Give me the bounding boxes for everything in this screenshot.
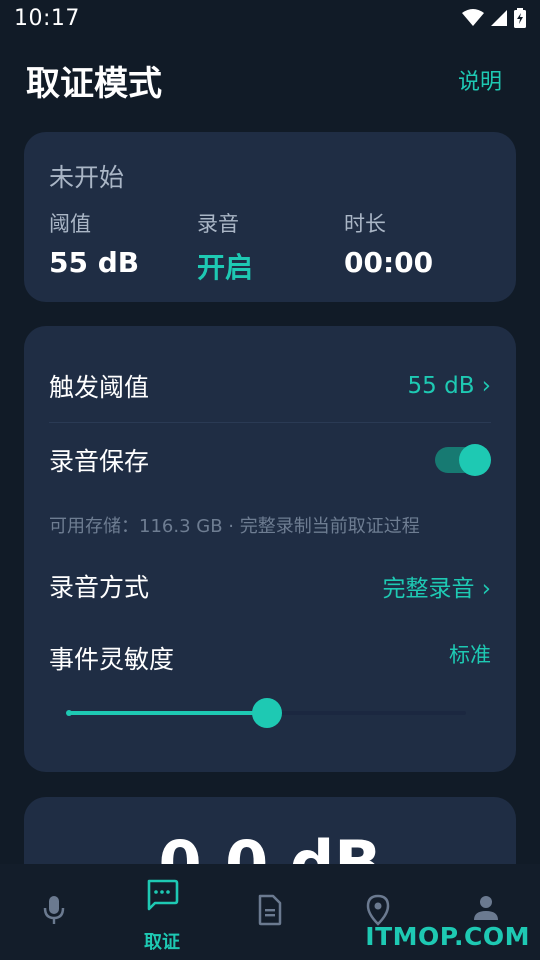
recording-state: 未开始 — [49, 163, 125, 192]
sensitivity-slider[interactable] — [66, 698, 466, 728]
recording-save-toggle[interactable] — [435, 444, 491, 476]
settings-card: 触发阈值 55 dB › 录音保存 可用存储：116.3 GB · 完整录制当前… — [24, 326, 516, 772]
page-title: 取证模式 — [26, 63, 162, 104]
document-icon — [258, 894, 282, 926]
header: 取证模式 说明 — [0, 52, 540, 108]
event-sensitivity-row: 事件灵敏度 标准 — [49, 634, 491, 682]
recording-mode-row[interactable]: 录音方式 完整录音 › — [49, 562, 491, 610]
person-icon — [474, 896, 498, 920]
stat-label: 录音 — [197, 212, 239, 236]
nav-item-documents[interactable] — [216, 864, 324, 960]
nav-item-evidence[interactable]: 取证 — [108, 864, 216, 960]
chat-evidence-icon — [147, 879, 179, 911]
row-label: 事件灵敏度 — [49, 645, 175, 674]
recording-stat: 录音 开启 — [197, 208, 253, 286]
trigger-threshold-row[interactable]: 触发阈值 55 dB › — [49, 362, 491, 410]
slider-fill — [68, 711, 267, 715]
stat-value: 00:00 — [344, 246, 434, 279]
cellular-signal-icon — [491, 10, 507, 26]
nav-label: 取证 — [144, 932, 180, 953]
status-time: 10:17 — [14, 5, 80, 31]
row-label: 录音方式 — [49, 573, 150, 602]
wifi-icon — [462, 9, 484, 26]
stat-label: 时长 — [344, 212, 386, 236]
sensitivity-level-label: 标准 — [449, 643, 491, 667]
slider-start-dot — [66, 710, 72, 716]
recording-save-row: 录音保存 — [49, 436, 491, 484]
threshold-stat: 阈值 55 dB — [49, 208, 139, 279]
recording-mode-value[interactable]: 完整录音 › — [382, 569, 491, 603]
slider-thumb[interactable] — [252, 698, 282, 728]
toggle-knob — [459, 444, 491, 476]
divider — [49, 422, 491, 423]
stat-value: 开启 — [197, 251, 254, 284]
battery-charging-icon — [514, 8, 526, 28]
stat-label: 阈值 — [49, 212, 91, 236]
status-icons — [462, 8, 526, 28]
watermark: ITMOP.COM — [365, 922, 530, 951]
status-card: 未开始 阈值 55 dB 录音 开启 时长 00:00 — [24, 132, 516, 302]
row-label: 触发阈值 — [49, 373, 150, 402]
microphone-icon — [43, 896, 65, 924]
nav-item-record[interactable] — [0, 864, 108, 960]
help-link[interactable]: 说明 — [458, 64, 502, 96]
status-bar: 10:17 — [0, 0, 540, 36]
storage-hint: 可用存储：116.3 GB · 完整录制当前取证过程 — [49, 516, 420, 537]
row-label: 录音保存 — [49, 447, 150, 476]
stat-value: 55 dB — [49, 246, 140, 279]
duration-stat: 时长 00:00 — [344, 208, 433, 279]
trigger-threshold-value[interactable]: 55 dB › — [408, 373, 491, 399]
